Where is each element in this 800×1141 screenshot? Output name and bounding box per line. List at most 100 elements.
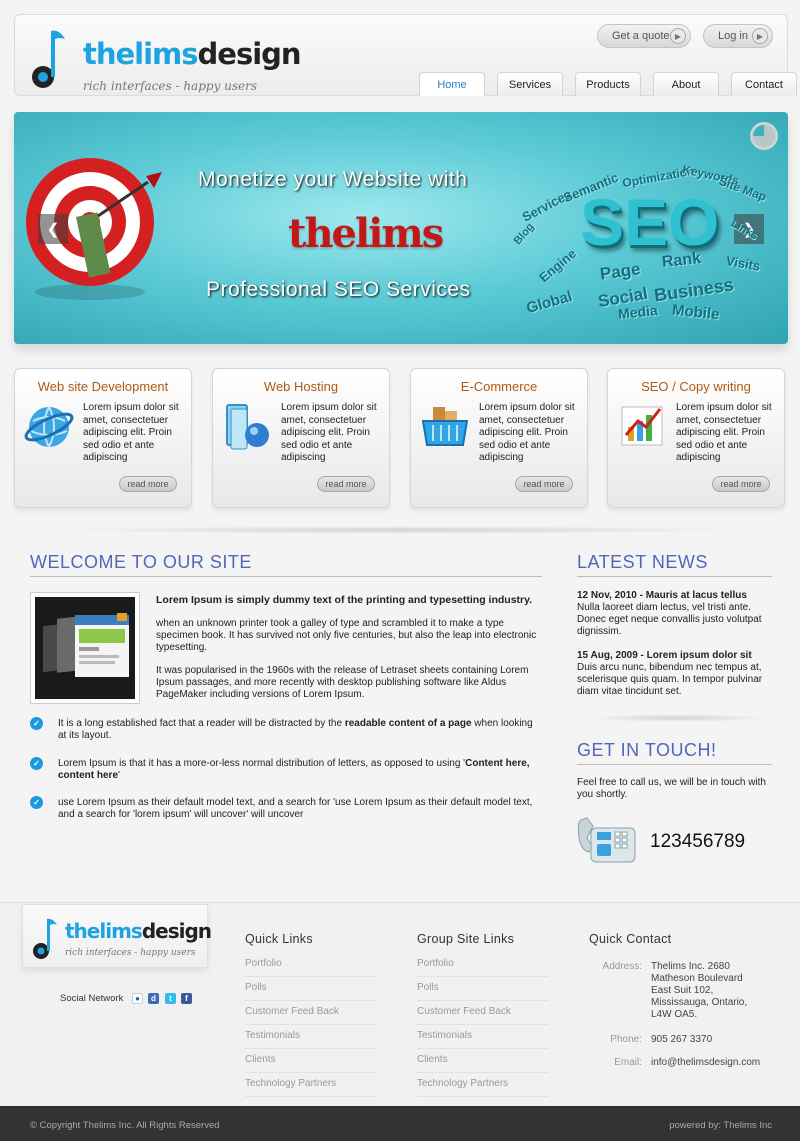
telephone-icon (577, 817, 636, 863)
seo-cloud-word: Blog (511, 220, 537, 248)
welcome-lead: Lorem Ipsum is simply dummy text of the … (156, 594, 533, 606)
service-text: Lorem ipsum dolor sit amet, consectetuer… (676, 402, 772, 463)
seo-cloud-word: Business (652, 274, 735, 306)
site-header: thelimsdesign rich interfaces - happy us… (14, 14, 797, 96)
brand-name: thelimsdesign (65, 919, 212, 943)
footer-logo[interactable]: thelimsdesign rich interfaces - happy us… (22, 904, 212, 968)
delicious-icon[interactable]: d (148, 993, 159, 1004)
brand-tagline: rich interfaces - happy users (83, 79, 258, 93)
powered-by-text: powered by: Thelims Inc (669, 1120, 772, 1131)
check-icon: ✓ (30, 717, 43, 730)
list-item: ✓ use Lorem Ipsum as their default model… (30, 796, 542, 821)
seo-cloud-word: Page (598, 259, 642, 284)
seo-cloud-word: Global (524, 287, 575, 318)
footer-link-technology-partners[interactable]: Technology Partners (245, 1073, 377, 1097)
seo-cloud-word: Engine (536, 245, 580, 286)
service-box-ecommerce: E-Commerce Lorem ipsum dolor sit amet, c… (410, 368, 588, 508)
service-text: Lorem ipsum dolor sit amet, consectetuer… (83, 402, 179, 463)
footer-link-portfolio[interactable]: Portfolio (417, 953, 549, 977)
service-title: Web site Development (37, 379, 169, 394)
hosting-icon (226, 404, 269, 450)
seo-cloud-word: Mobile (671, 301, 721, 324)
phone-value[interactable]: 905 267 3370 (651, 1034, 771, 1046)
seo-cloud-word: Media (617, 301, 659, 323)
chevron-left-icon: ❮ (46, 221, 60, 238)
footer-link-clients[interactable]: Clients (245, 1049, 377, 1073)
nav-tab-services[interactable]: Services (497, 72, 563, 96)
play-arrow-icon: ▶ (670, 28, 686, 44)
address-value: Thelims Inc. 2680 Matheson Boulevard Eas… (651, 961, 748, 1020)
basket-icon (421, 407, 469, 446)
service-box-web-development: Web site Development Lorem ipsum dolor s… (14, 368, 192, 508)
flickr-icon[interactable]: ● (132, 993, 143, 1004)
service-title: E-Commerce (460, 379, 538, 394)
banner-brand: thelims (288, 210, 444, 257)
heading-underline (30, 576, 542, 577)
nav-tab-about[interactable]: About (653, 72, 719, 96)
nav-tab-products[interactable]: Products (575, 72, 641, 96)
service-box-seo: SEO / Copy writing Lorem ipsum dolor sit… (607, 368, 785, 508)
footer-link-polls[interactable]: Polls (245, 977, 377, 1001)
service-text: Lorem ipsum dolor sit amet, consectetuer… (281, 402, 377, 463)
get-quote-button[interactable]: Get a quote ▶ (597, 24, 691, 48)
seo-cloud-word: Visits (724, 253, 762, 274)
footer-link-portfolio[interactable]: Portfolio (245, 953, 377, 977)
slider-prev-button[interactable]: ❮ (38, 214, 68, 244)
footer-link-clients[interactable]: Clients (417, 1049, 549, 1073)
facebook-icon[interactable]: f (181, 993, 192, 1004)
welcome-heading: WELCOME TO OUR SITE (30, 552, 252, 572)
check-icon: ✓ (30, 796, 43, 809)
quick-links-heading: Quick Links (245, 932, 313, 946)
site-logo[interactable]: thelimsdesign rich interfaces - happy us… (31, 23, 302, 95)
portfolio-thumbnail[interactable] (30, 592, 140, 704)
nav-tab-contact[interactable]: Contact (731, 72, 797, 96)
news-item[interactable]: 12 Nov, 2010 - Mauris at lacus tellus Nu… (577, 590, 777, 638)
welcome-paragraph: It was popularised in the 1960s with the… (156, 665, 529, 700)
phone-number[interactable]: 123456789 (650, 831, 745, 853)
read-more-button[interactable]: read more (317, 476, 375, 492)
slider-timer-icon (750, 122, 778, 150)
footer-link-feedback[interactable]: Customer Feed Back (245, 1001, 377, 1025)
footer-link-testimonials[interactable]: Testimonials (417, 1025, 549, 1049)
banner-headline: Monetize your Website with (198, 168, 468, 191)
login-label: Log in (718, 30, 748, 42)
twitter-icon[interactable]: t (165, 993, 176, 1004)
social-network-label: Social Network (60, 993, 124, 1004)
music-note-logo-icon (32, 30, 65, 88)
news-heading: LATEST NEWS (577, 552, 708, 572)
login-button[interactable]: Log in ▶ (703, 24, 773, 48)
section-divider (587, 714, 767, 722)
website-screenshots-image (43, 613, 129, 677)
touch-heading: GET IN TOUCH! (577, 740, 717, 760)
seo-cloud-word: Site Map (717, 173, 769, 205)
music-note-logo-icon (33, 918, 57, 959)
read-more-button[interactable]: read more (119, 476, 177, 492)
welcome-paragraph: when an unknown printer took a galley of… (156, 618, 537, 653)
footer-link-testimonials[interactable]: Testimonials (245, 1025, 377, 1049)
heading-underline (577, 576, 772, 577)
footer-link-polls[interactable]: Polls (417, 977, 549, 1001)
seo-title: SEO (580, 185, 720, 259)
banner-subheadline: Professional SEO Services (206, 278, 471, 301)
email-link[interactable]: info@thelimsdesign.com (651, 1057, 771, 1069)
footer-link-technology-partners[interactable]: Technology Partners (417, 1073, 549, 1097)
hero-slider: ❮ ❯ Monetize your Website with thelims P… (14, 112, 788, 344)
heading-underline (577, 764, 772, 765)
service-title: SEO / Copy writing (641, 379, 751, 394)
play-arrow-icon: ▶ (752, 28, 768, 44)
news-body: Duis arcu nunc, bibendum nec tempus at, … (577, 662, 763, 697)
quick-contact-heading: Quick Contact (589, 932, 672, 946)
read-more-button[interactable]: read more (712, 476, 770, 492)
address-label: Address: (602, 961, 642, 972)
group-links-heading: Group Site Links (417, 932, 515, 946)
copyright-text: © Copyright Thelims Inc. All Rights Rese… (30, 1120, 220, 1131)
footer-link-feedback[interactable]: Customer Feed Back (417, 1001, 549, 1025)
nav-tab-home[interactable]: Home (419, 72, 485, 96)
main-nav: Home Services Products About Contact (419, 72, 800, 96)
brand-name: thelimsdesign (83, 37, 302, 71)
news-item[interactable]: 15 Aug, 2009 - Lorem ipsum dolor sit Dui… (577, 650, 777, 698)
read-more-button[interactable]: read more (515, 476, 573, 492)
news-title: 12 Nov, 2010 - Mauris at lacus tellus (577, 590, 747, 601)
news-title: 15 Aug, 2009 - Lorem ipsum dolor sit (577, 650, 752, 661)
get-quote-label: Get a quote (612, 30, 670, 42)
